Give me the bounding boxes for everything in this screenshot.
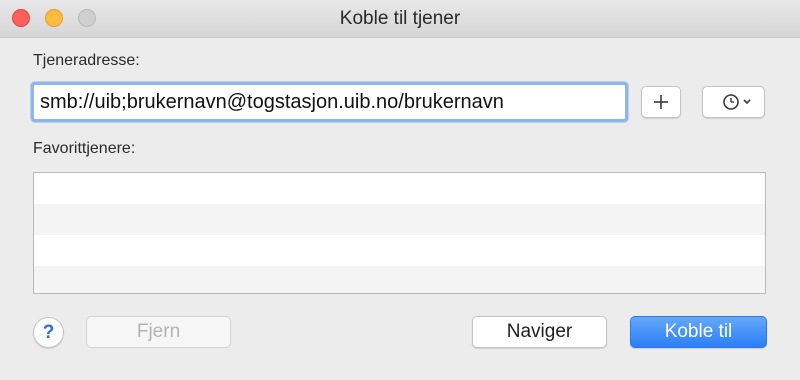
list-item[interactable] (34, 173, 765, 204)
favorites-list[interactable] (33, 172, 766, 294)
window-title: Koble til tjener (339, 8, 461, 29)
add-favorite-button[interactable] (641, 86, 681, 118)
connect-button[interactable]: Koble til (630, 316, 767, 348)
browse-button[interactable]: Naviger (472, 316, 607, 348)
server-address-label: Tjeneradresse: (33, 52, 140, 69)
recent-servers-button[interactable] (702, 86, 765, 118)
chevron-down-icon (743, 99, 751, 105)
help-button[interactable]: ? (33, 317, 64, 348)
server-address-input[interactable] (31, 82, 628, 122)
remove-button[interactable]: Fjern (86, 316, 231, 348)
list-item[interactable] (34, 204, 765, 235)
plus-icon (654, 95, 668, 109)
list-item[interactable] (34, 235, 765, 266)
title-bar: Koble til tjener (0, 0, 800, 38)
favorites-label: Favorittjenere: (33, 140, 136, 157)
list-item[interactable] (34, 266, 765, 293)
connect-to-server-dialog: Koble til tjener Tjeneradresse: Favoritt… (0, 0, 800, 380)
clock-icon (723, 94, 739, 110)
